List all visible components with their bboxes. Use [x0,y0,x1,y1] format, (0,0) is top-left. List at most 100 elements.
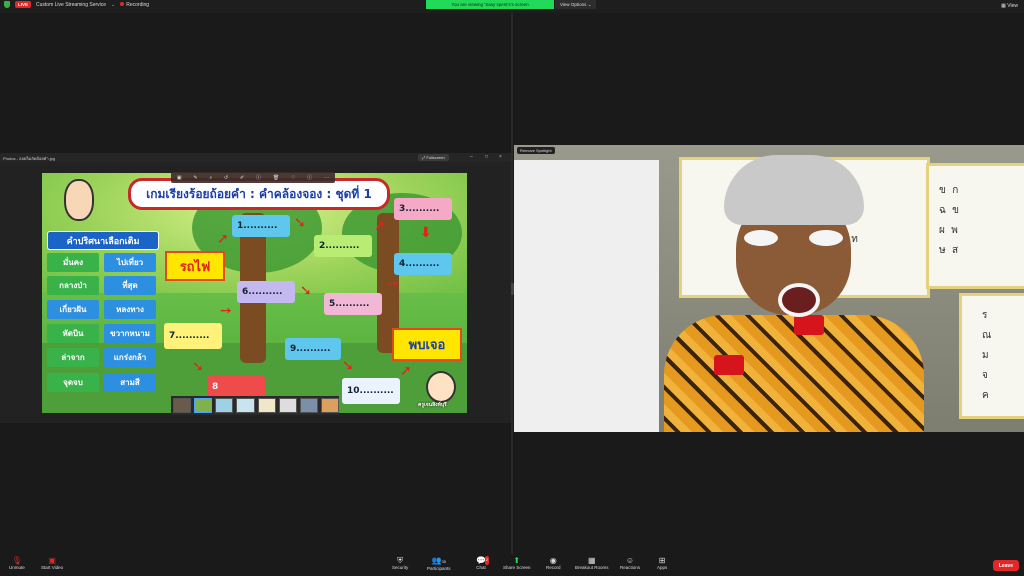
chat-button[interactable]: 💬 2 Chat [476,556,489,570]
stream-service-label[interactable]: Custom Live Streaming Service [36,2,106,8]
view-options-button[interactable]: View Options ⌄ [555,0,597,9]
wall-chart: ข กฉ ขผ พษ ส [926,163,1024,289]
author-credit: ครูเจนสิงห์บุรี [418,402,447,408]
apps-label: Apps [657,565,668,570]
breakout-rooms-button[interactable]: ▦ Breakout Rooms [575,556,609,570]
word-option[interactable]: ขวากหนาม [104,324,156,343]
thumbnail[interactable] [320,398,339,413]
word-option[interactable]: ล่าจาก [47,348,99,367]
thumbnail-selected[interactable] [194,398,213,413]
arrow-icon: ➘ [300,283,312,299]
word-option[interactable]: ไปเที่ยว [104,253,156,272]
arrow-icon: ➚ [400,363,412,379]
fullscreen-label: Fullscreen [426,155,445,160]
participants-count: 35 [441,559,446,564]
word-option[interactable]: สามสี [104,373,156,392]
arrow-icon: ➘ [342,358,354,374]
fullscreen-button[interactable]: ⤢ Fullscreen [418,154,449,161]
delete-icon[interactable]: 🗑 [273,175,279,181]
answer-slot-2[interactable]: 2.......... [314,235,372,257]
zoom-icon[interactable]: ⌕ [209,175,212,181]
thumbnail[interactable] [236,398,255,413]
arrow-icon: ➘ [294,215,306,231]
word-option[interactable]: แกร่งกล้า [104,348,156,367]
close-icon[interactable]: × [499,154,502,160]
shield-icon[interactable] [4,1,10,8]
record-button[interactable]: ◉ Record [546,556,561,570]
crop-icon[interactable]: ▣ [177,175,182,181]
reactions-icon: ☺ [625,556,635,565]
word-bank-header: คำปริศนาเลือกเติม [47,231,159,250]
chevron-down-icon[interactable]: ⌄ [111,2,115,8]
arrow-icon: ⬇ [420,225,432,241]
viewing-banner: You are viewing ‘Sasy spent’s’s screen [426,0,554,9]
view-button[interactable]: ▦ View [1001,3,1018,9]
chat-label: Chat [476,565,486,570]
info-icon[interactable]: ⓘ [307,174,312,181]
reactions-button[interactable]: ☺ Reactions [620,556,640,570]
thumbnail[interactable] [257,398,276,413]
answer-slot-8[interactable]: 8 [207,376,265,398]
heart-icon[interactable]: ♡ [291,175,295,181]
breakout-rooms-label: Breakout Rooms [575,565,609,570]
mouth-makeup [778,283,820,317]
word-option[interactable]: จุดจบ [47,373,99,392]
live-badge[interactable]: LIVE [15,1,32,8]
apps-button[interactable]: ⊞ Apps [657,556,667,570]
word-option[interactable]: ที่สุด [104,276,156,295]
unmute-button[interactable]: 🎙 Unmute [9,556,25,570]
thumbnail[interactable] [278,398,297,413]
recording-label: Recording [126,1,150,8]
word-option[interactable]: เกี่ยวฝัน [47,300,99,319]
info-icon[interactable]: ⓘ [256,174,261,181]
video-off-icon: ▣ [48,556,56,565]
thumbnail[interactable] [215,398,234,413]
minimize-icon[interactable]: – [470,154,473,160]
start-video-button[interactable]: ▣ Start Video [41,556,63,570]
view-label: View [1007,3,1018,9]
answer-slot-9[interactable]: 9.......... [285,338,341,360]
record-icon: ◉ [549,556,557,565]
leave-button[interactable]: Leave [993,560,1019,571]
thumbnail[interactable] [299,398,318,413]
answer-slot-6[interactable]: 6.......... [237,281,295,303]
bow-icon [794,315,824,335]
answer-slot-5[interactable]: 5.......... [324,293,382,315]
maximize-icon[interactable]: □ [485,154,488,160]
rotate-icon[interactable]: ↺ [224,175,228,181]
window-title: Photos - ลอยล็มลัดต้อยคำ.jpg [3,156,56,161]
edit-icon[interactable]: ✎ [193,175,197,181]
word-option[interactable]: หัดบิน [47,324,99,343]
word-option[interactable]: กลางป่า [47,276,99,295]
security-button[interactable]: ⛨ Security [392,556,408,570]
participant-video-feed [594,155,924,432]
arrow-icon: ➙ [220,303,232,319]
share-screen-icon: ⬆ [513,556,521,565]
eye-makeup [809,230,843,246]
answer-slot-10[interactable]: 10.......... [342,378,400,404]
reactions-label: Reactions [620,565,641,570]
eye-makeup [744,230,778,246]
start-word: รถไฟ [165,251,225,281]
remove-spotlight-button[interactable]: Remove Spotlight [517,147,555,154]
more-icon[interactable]: ⋯ [324,175,329,181]
arrow-icon: ➚ [374,218,386,234]
word-option[interactable]: มั่นคง [47,253,99,272]
spotlight-video[interactable]: ล สด สล ท ข กฉ ขผ พษ ส รณมจค [514,145,1024,432]
shield-icon: ⛨ [397,556,404,565]
answer-slot-7[interactable]: 7.......... [164,323,222,349]
shared-window-titlebar: Photos - ลอยล็มลัดต้อยคำ.jpg ⤢ Fullscree… [0,153,511,162]
participants-button[interactable]: 👥35 Participants [427,556,451,571]
answer-slot-4[interactable]: 4.......... [394,253,452,275]
answer-slot-3[interactable]: 3.......... [394,198,452,220]
word-option[interactable]: หลงทาง [104,300,156,319]
answer-slot-1[interactable]: 1.......... [232,215,290,237]
thumbnail[interactable] [173,398,192,413]
draw-icon[interactable]: ✐ [240,175,244,181]
game-slide: เกมเรียงร้อยถ้อยคำ : คำคล้องจอง : ชุดที่… [42,173,467,413]
filmstrip [171,396,339,415]
share-screen-button[interactable]: ⬆ Share Screen [503,556,531,570]
chat-icon: 💬 2 [476,556,489,565]
arrow-icon: ➚ [217,231,229,247]
wig [724,155,864,225]
